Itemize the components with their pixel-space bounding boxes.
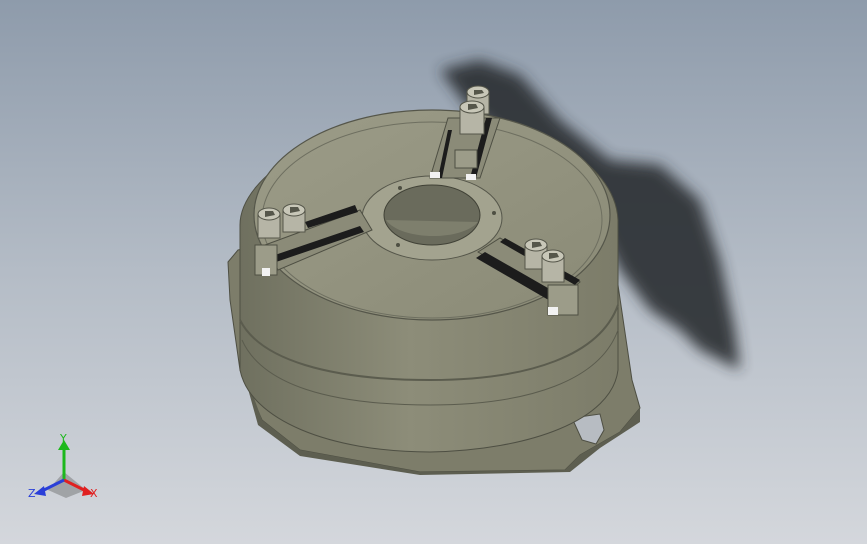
bolt-right-b[interactable]: [541, 249, 565, 283]
bolt-left-a[interactable]: [257, 207, 281, 239]
orientation-triad[interactable]: Y X Z: [28, 432, 98, 500]
center-flange[interactable]: [361, 175, 503, 261]
3d-viewport[interactable]: Y X Z: [0, 0, 867, 544]
bolt-left-b[interactable]: [282, 203, 306, 233]
triad-z-label: Z: [28, 487, 36, 500]
bolt-top-b[interactable]: [459, 100, 485, 135]
triad-y-label: Y: [59, 432, 67, 445]
triad-x-label: X: [90, 487, 98, 500]
